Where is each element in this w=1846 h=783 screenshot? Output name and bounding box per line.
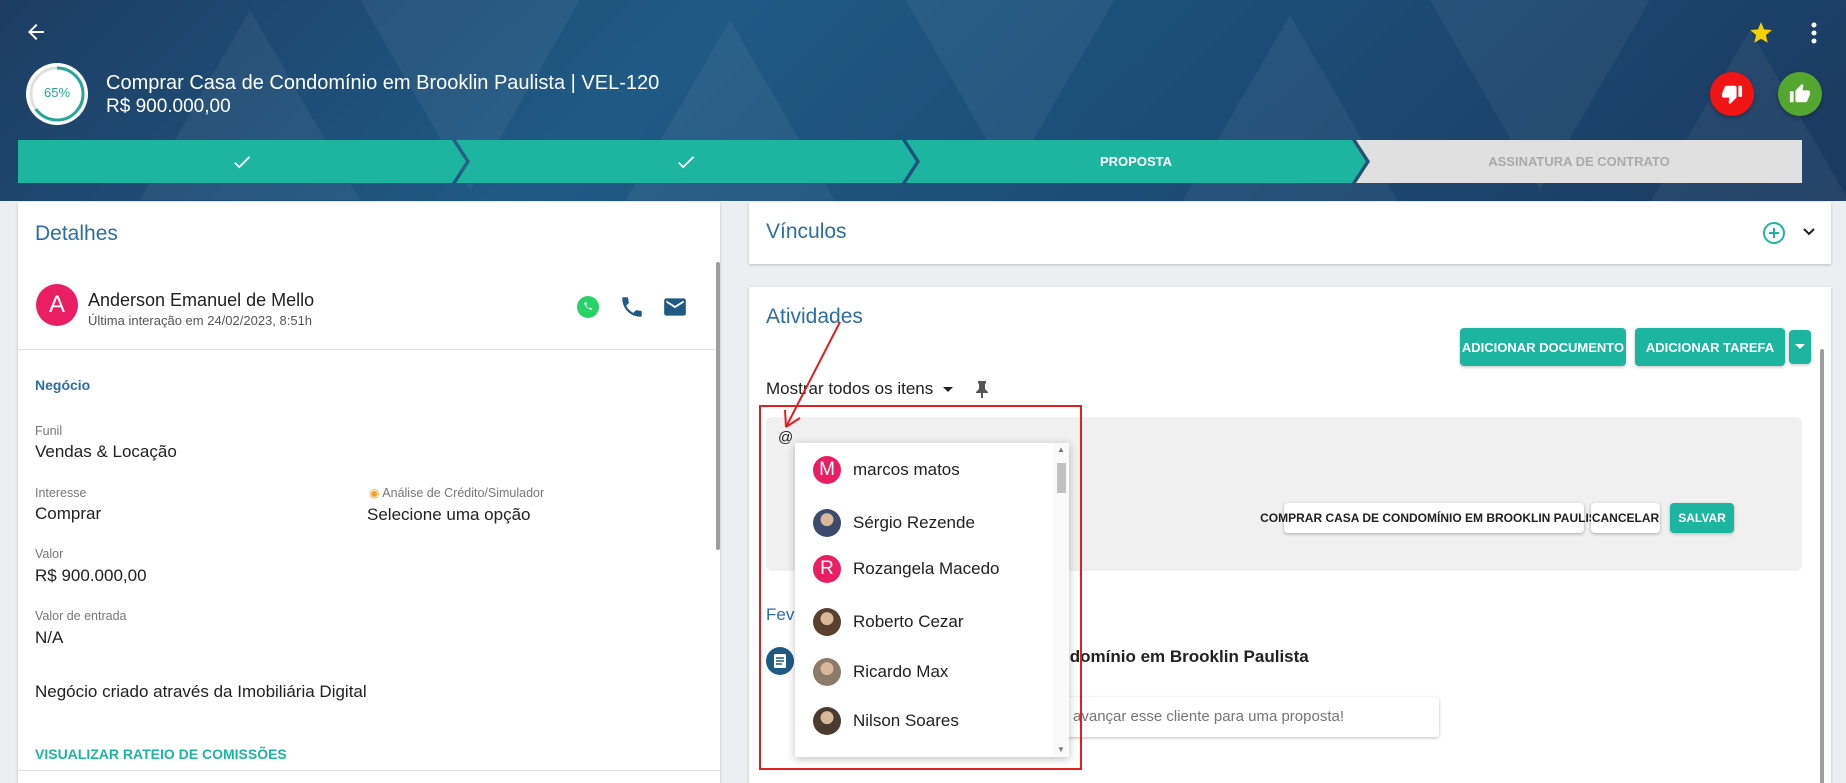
pin-icon	[976, 381, 988, 398]
more-vert-icon	[1811, 22, 1817, 44]
mention-name: marcos matos	[853, 460, 960, 479]
linked-deal-chip[interactable]: $ COMPRAR CASA DE CONDOMÍNIO EM BROOKLIN…	[1260, 503, 1612, 533]
mention-name: Rozangela Macedo	[853, 559, 1000, 578]
mark-lost-button[interactable]	[1710, 72, 1754, 116]
pin-button[interactable]	[973, 379, 991, 399]
phone-icon	[622, 297, 642, 317]
entrada-label: Valor de entrada	[35, 609, 127, 623]
fire-icon: ◉	[369, 486, 380, 500]
call-button[interactable]	[619, 294, 645, 320]
feed-message-text: os avançar esse cliente para uma propost…	[1053, 708, 1344, 725]
avatar: R	[813, 555, 841, 583]
thumb-up-icon	[1789, 83, 1811, 103]
contact-last-interaction: Última interação em 24/02/2023, 8:51h	[88, 313, 313, 328]
mention-item[interactable]: Roberto Cezar	[795, 600, 1051, 644]
vinculos-title: Vínculos	[766, 220, 847, 243]
mention-item[interactable]: Nilson Soares	[795, 699, 1051, 743]
whatsapp-button[interactable]	[575, 294, 601, 320]
avatar: M	[813, 456, 841, 484]
check-icon	[231, 151, 253, 173]
expand-button[interactable]	[1799, 222, 1819, 242]
details-title: Detalhes	[35, 222, 118, 245]
mention-name: Ricardo Max	[853, 662, 949, 681]
caret-down-icon	[1795, 344, 1805, 349]
commission-link[interactable]: VISUALIZAR RATEIO DE COMISSÕES	[35, 746, 287, 762]
whatsapp-icon	[577, 296, 599, 318]
email-icon	[664, 298, 686, 316]
cancel-button[interactable]: CANCELAR	[1591, 503, 1660, 533]
back-button[interactable]	[24, 20, 48, 44]
save-button[interactable]: SALVAR	[1670, 503, 1734, 533]
stage-1[interactable]	[18, 140, 466, 183]
scrollbar-thumb[interactable]	[716, 262, 720, 550]
favorite-button[interactable]	[1748, 20, 1774, 46]
email-button[interactable]	[662, 294, 688, 320]
mention-item[interactable]: M marcos matos	[795, 448, 1051, 492]
divider	[18, 349, 720, 350]
check-icon	[675, 151, 697, 173]
atividades-title: Atividades	[766, 305, 863, 328]
avatar	[813, 707, 841, 735]
vinculos-card: Vínculos	[749, 202, 1831, 264]
interesse-label: Interesse	[35, 486, 87, 500]
mention-name: Sérgio Rezende	[853, 513, 975, 532]
mention-item[interactable]: R Rozangela Macedo	[795, 547, 1051, 591]
caret-down-icon	[942, 387, 953, 392]
avatar	[813, 509, 841, 537]
thumb-down-icon	[1721, 85, 1743, 105]
mention-scrollbar[interactable]: ▲ ▼	[1053, 443, 1069, 757]
add-task-button[interactable]: ADICIONAR TAREFA	[1635, 328, 1785, 366]
credito-label-text: Análise de Crédito/Simulador	[382, 486, 545, 500]
section-negocio: Negócio	[35, 377, 91, 393]
stage-assinatura[interactable]: ASSINATURA DE CONTRATO	[1356, 140, 1802, 183]
feed-note-icon	[766, 647, 794, 675]
feed-title-text: ondomínio em Brooklin Paulista	[1049, 647, 1309, 666]
interesse-value[interactable]: Comprar	[35, 504, 101, 524]
funil-label: Funil	[35, 424, 63, 438]
scroll-down-arrow[interactable]: ▼	[1057, 745, 1065, 754]
mention-suggestions: M marcos matos Sérgio Rezende R Rozangel…	[795, 443, 1069, 757]
progress-indicator: 65%	[26, 63, 88, 125]
arrow-back-icon	[28, 24, 44, 40]
avatar	[813, 608, 841, 636]
mention-name: Roberto Cezar	[853, 612, 964, 631]
contact-name[interactable]: Anderson Emanuel de Mello	[88, 290, 314, 311]
add-task-menu-button[interactable]	[1789, 330, 1811, 364]
valor-label: Valor	[35, 547, 64, 561]
scrollbar-thumb[interactable]	[1057, 463, 1066, 493]
divider	[18, 770, 720, 771]
note-input-text[interactable]: @	[778, 429, 793, 446]
star-icon	[1750, 22, 1772, 43]
pipeline-stages: PROPOSTA ASSINATURA DE CONTRATO	[18, 140, 1802, 183]
add-link-button[interactable]	[1761, 220, 1787, 246]
mention-item[interactable]: Ricardo Max	[795, 650, 1051, 694]
add-circle-icon	[1763, 222, 1785, 244]
scrollbar-thumb[interactable]	[1820, 349, 1824, 783]
chevron-down-icon	[1803, 228, 1815, 236]
stage-2[interactable]	[456, 140, 916, 183]
filter-label: Mostrar todos os itens	[766, 379, 934, 398]
credito-label: ◉ Análise de Crédito/Simulador	[369, 486, 544, 500]
progress-label: 65%	[43, 85, 71, 100]
valor-value[interactable]: R$ 900.000,00	[35, 566, 147, 586]
add-document-button[interactable]: ADICIONAR DOCUMENTO	[1460, 328, 1626, 366]
contact-avatar: A	[36, 284, 78, 326]
linked-deal-label: COMPRAR CASA DE CONDOMÍNIO EM BROOKLIN P…	[1260, 511, 1612, 525]
funil-value[interactable]: Vendas & Locação	[35, 442, 177, 462]
credito-select[interactable]: Selecione uma opção	[367, 505, 531, 525]
feed-date: Fev	[766, 605, 795, 624]
mention-name: Nilson Soares	[853, 711, 959, 730]
filter-dropdown[interactable]: Mostrar todos os itens	[766, 379, 954, 399]
details-card: Detalhes A Anderson Emanuel de Mello Últ…	[18, 202, 720, 783]
deal-value: R$ 900.000,00	[106, 96, 231, 117]
stage-proposta[interactable]: PROPOSTA	[906, 140, 1366, 183]
avatar	[813, 658, 841, 686]
deal-origin-text: Negócio criado através da Imobiliária Di…	[35, 682, 367, 701]
scroll-up-arrow[interactable]: ▲	[1057, 445, 1065, 454]
mention-item[interactable]: Sérgio Rezende	[795, 501, 1051, 545]
more-options-button[interactable]	[1804, 20, 1824, 46]
deal-title: Comprar Casa de Condomínio em Brooklin P…	[106, 72, 660, 94]
mark-won-button[interactable]	[1778, 72, 1822, 116]
entrada-value[interactable]: N/A	[35, 628, 63, 648]
